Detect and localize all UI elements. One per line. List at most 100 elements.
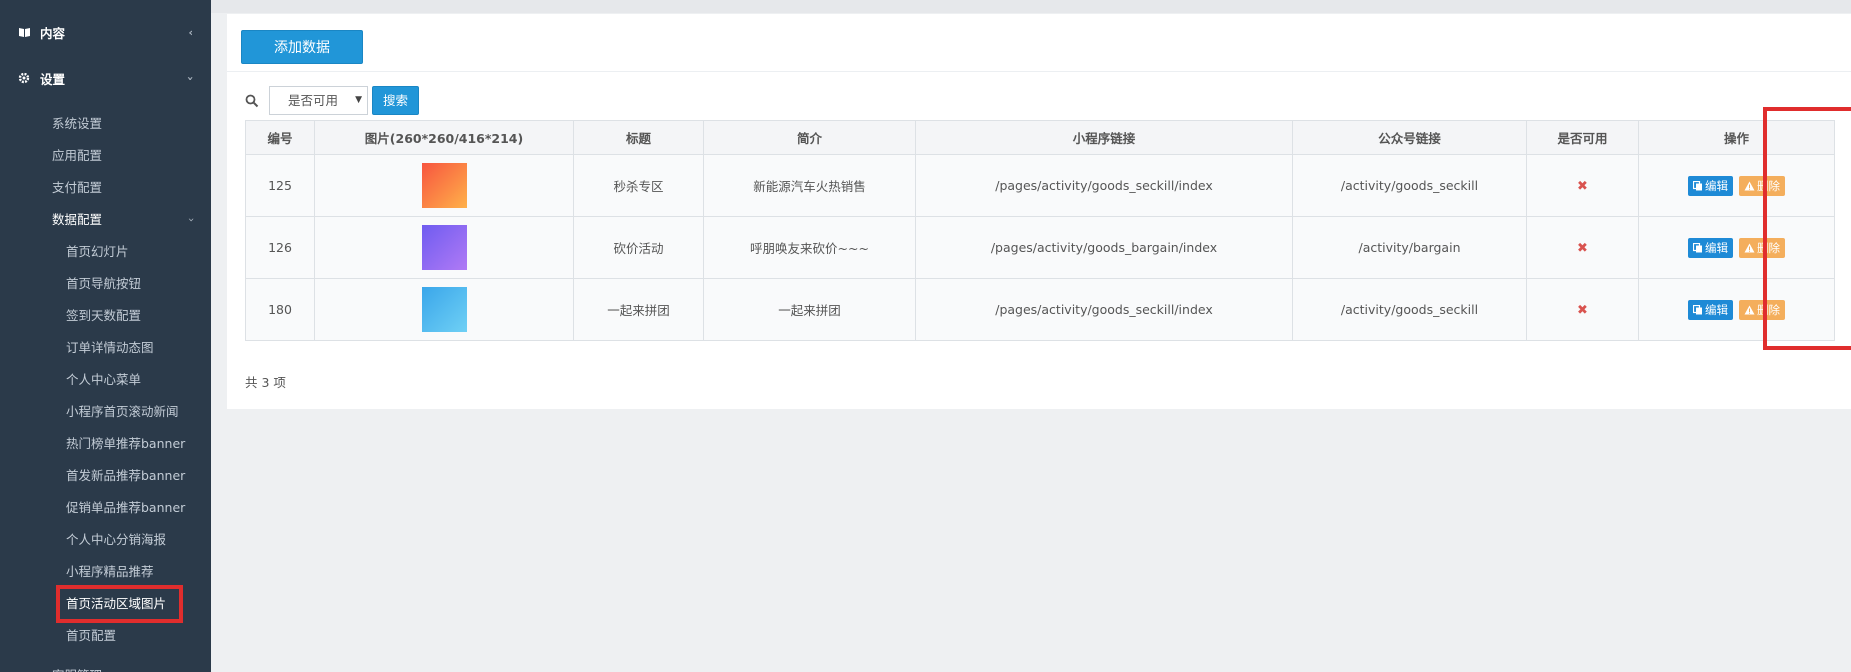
toolbar: 添加数据 — [227, 14, 1851, 72]
sidebar-item-signin-days[interactable]: 签到天数配置 — [0, 300, 211, 332]
edit-label: 编辑 — [1705, 178, 1728, 193]
copy-icon — [1693, 180, 1702, 190]
cell-title: 一起来拼团 — [573, 278, 704, 341]
cell-image — [314, 216, 574, 279]
column-header-title: 标题 — [573, 120, 704, 155]
cell-mp-link: /activity/bargain — [1292, 216, 1527, 279]
sidebar-item-scroll-news[interactable]: 小程序首页滚动新闻 — [0, 396, 211, 428]
delete-button[interactable]: 删除 — [1738, 175, 1785, 196]
cell-id: 126 — [245, 216, 315, 279]
cell-id: 125 — [245, 154, 315, 217]
caret-down-icon: ▼ — [355, 95, 362, 105]
cell-actions: 编辑 删除 — [1638, 278, 1835, 341]
sidebar-item-featured-products[interactable]: 小程序精品推荐 — [0, 556, 211, 588]
cell-mini-link: /pages/activity/goods_seckill/index — [915, 278, 1293, 341]
cell-intro: 呼朋唤友来砍价~~~ — [703, 216, 916, 279]
sidebar-item-promo-banner[interactable]: 促销单品推荐banner — [0, 492, 211, 524]
pagination-total: 共 3 项 — [245, 375, 286, 390]
edit-label: 编辑 — [1705, 240, 1728, 255]
search-button[interactable]: 搜索 — [372, 86, 420, 115]
thumbnail-image[interactable] — [421, 163, 467, 208]
cell-image — [314, 154, 574, 217]
edit-button[interactable]: 编辑 — [1688, 299, 1733, 320]
delete-button[interactable]: 删除 — [1738, 237, 1785, 258]
chevron-down-icon: › — [184, 217, 198, 223]
sidebar-item-hot-list-banner[interactable]: 热门榜单推荐banner — [0, 428, 211, 460]
sidebar-item-label: 数据配置 — [52, 212, 103, 227]
cell-mp-link: /activity/goods_seckill — [1292, 154, 1527, 217]
cell-intro: 一起来拼团 — [703, 278, 916, 341]
cell-mini-link: /pages/activity/goods_seckill/index — [915, 154, 1293, 217]
warning-icon — [1744, 243, 1755, 252]
thumbnail-image[interactable] — [421, 225, 467, 270]
sidebar-item-home-slides[interactable]: 首页幻灯片 — [0, 236, 211, 268]
sidebar-item-customer-service[interactable]: 客服管理 — [0, 660, 211, 672]
cell-actions: 编辑 删除 — [1638, 216, 1835, 279]
sidebar-item-new-product-banner[interactable]: 首发新品推荐banner — [0, 460, 211, 492]
availability-select[interactable]: 是否可用 ▼ — [269, 86, 368, 115]
search-icon — [245, 94, 259, 107]
sidebar-item-home-config[interactable]: 首页配置 — [0, 620, 211, 652]
chevron-down-icon: › — [184, 75, 198, 81]
cell-image — [314, 278, 574, 341]
cell-mini-link: /pages/activity/goods_bargain/index — [915, 216, 1293, 279]
cell-actions: 编辑 删除 — [1638, 154, 1835, 217]
edit-button[interactable]: 编辑 — [1688, 237, 1733, 258]
close-icon[interactable]: ✖ — [1577, 241, 1588, 256]
cell-id: 180 — [245, 278, 315, 341]
delete-button[interactable]: 删除 — [1738, 299, 1785, 320]
cell-intro: 新能源汽车火热销售 — [703, 154, 916, 217]
column-header-actions: 操作 — [1638, 120, 1835, 155]
sidebar-item-home-activity-images[interactable]: 首页活动区域图片 — [0, 585, 211, 623]
close-icon[interactable]: ✖ — [1577, 303, 1588, 318]
sidebar-item-app-config[interactable]: 应用配置 — [0, 140, 211, 172]
cell-title: 秒杀专区 — [573, 154, 704, 217]
table-header-row: 编号 图片(260*260/416*214) 标题 简介 小程序链接 公众号链接… — [245, 120, 1835, 155]
close-icon[interactable]: ✖ — [1577, 179, 1588, 194]
table-row: 126 砍价活动 呼朋唤友来砍价~~~ /pages/activity/good… — [245, 216, 1835, 279]
book-icon — [16, 27, 32, 38]
sidebar-item-home-nav-buttons[interactable]: 首页导航按钮 — [0, 268, 211, 300]
sidebar-group-label: 内容 — [40, 25, 66, 41]
sidebar-group-settings[interactable]: 设置 › — [0, 55, 211, 101]
copy-icon — [1693, 242, 1702, 252]
select-value: 是否可用 — [288, 93, 339, 108]
cell-available[interactable]: ✖ — [1526, 216, 1639, 279]
main-panel: 添加数据 是否可用 ▼ 搜索 编号 图片(260*260/416*214) 标题… — [227, 14, 1851, 409]
sidebar-group-content[interactable]: 内容 ‹ — [0, 9, 211, 55]
cell-title: 砍价活动 — [573, 216, 704, 279]
delete-label: 删除 — [1756, 178, 1780, 193]
sidebar-item-distribution-poster[interactable]: 个人中心分销海报 — [0, 524, 211, 556]
sidebar-item-system-settings[interactable]: 系统设置 — [0, 108, 211, 140]
sidebar-item-label: 首页活动区域图片 — [66, 596, 167, 611]
sidebar-item-order-dynamic-image[interactable]: 订单详情动态图 — [0, 332, 211, 364]
edit-button[interactable]: 编辑 — [1688, 175, 1733, 196]
cell-available[interactable]: ✖ — [1526, 278, 1639, 341]
add-data-button[interactable]: 添加数据 — [241, 30, 363, 64]
top-strip — [211, 0, 1851, 13]
table-row: 180 一起来拼团 一起来拼团 /pages/activity/goods_se… — [245, 278, 1835, 341]
column-header-intro: 简介 — [703, 120, 916, 155]
column-header-mini-link: 小程序链接 — [915, 120, 1293, 155]
sidebar-group-label: 设置 — [40, 71, 66, 87]
cell-available[interactable]: ✖ — [1526, 154, 1639, 217]
sidebar-item-user-center-menu[interactable]: 个人中心菜单 — [0, 364, 211, 396]
sidebar-item-data-config[interactable]: 数据配置 › — [0, 204, 211, 236]
column-header-mp-link: 公众号链接 — [1292, 120, 1527, 155]
thumbnail-image[interactable] — [421, 287, 467, 332]
sidebar-item-payment-config[interactable]: 支付配置 — [0, 172, 211, 204]
column-header-image: 图片(260*260/416*214) — [314, 120, 574, 155]
data-table: 编号 图片(260*260/416*214) 标题 简介 小程序链接 公众号链接… — [245, 120, 1835, 341]
column-header-available: 是否可用 — [1526, 120, 1639, 155]
gear-icon — [16, 72, 32, 84]
edit-label: 编辑 — [1705, 302, 1728, 317]
delete-label: 删除 — [1756, 302, 1780, 317]
warning-icon — [1744, 305, 1755, 314]
copy-icon — [1693, 304, 1702, 314]
chevron-left-icon: ‹ — [188, 25, 193, 39]
cell-mp-link: /activity/goods_seckill — [1292, 278, 1527, 341]
delete-label: 删除 — [1756, 240, 1780, 255]
search-row: 是否可用 ▼ 搜索 — [245, 86, 420, 115]
sidebar: 内容 ‹ 设置 › 系统设置 应用配置 支付配置 数据配置 › 首页幻灯片 首页… — [0, 0, 211, 672]
warning-icon — [1744, 181, 1755, 190]
